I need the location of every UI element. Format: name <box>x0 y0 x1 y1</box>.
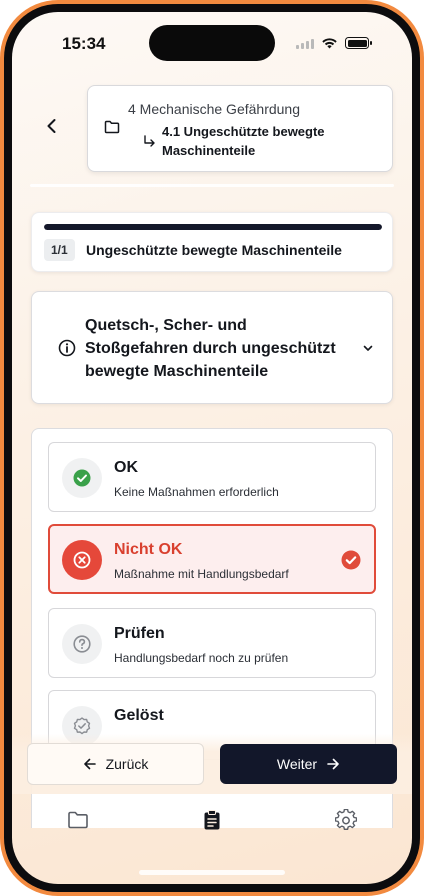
badge-check-icon <box>73 717 91 735</box>
selected-check-icon <box>341 550 361 570</box>
next-button-label: Weiter <box>276 756 318 772</box>
folder-icon <box>68 811 88 829</box>
home-indicator <box>139 870 285 875</box>
breadcrumb-parent: 4 Mechanische Gefährdung <box>128 101 300 117</box>
battery-icon <box>345 37 372 49</box>
subdirectory-arrow-icon <box>144 135 155 147</box>
folder-icon <box>104 120 120 134</box>
device-frame: 15:34 4 Mechanische Gefährdung 4.1 Unges… <box>0 0 424 896</box>
option-title: OK <box>114 459 138 476</box>
arrow-right-icon <box>327 758 339 770</box>
status-icons <box>296 37 372 49</box>
status-time: 15:34 <box>62 34 106 53</box>
back-button[interactable]: Zurück <box>27 743 204 785</box>
option-nicht-ok-icon-wrap <box>62 540 102 580</box>
question-circle-icon <box>73 635 91 653</box>
progress-bar-fill <box>44 224 382 230</box>
progress-counter-badge: 1/1 <box>44 239 75 261</box>
option-description: Keine Maßnahmen erforderlich <box>114 485 279 499</box>
question-card[interactable]: Quetsch-, Scher- und Stoßgefahren durch … <box>31 291 393 404</box>
tab-bar <box>12 802 412 842</box>
option-description: Handlungsbedarf noch zu prüfen <box>114 651 289 665</box>
breadcrumb[interactable]: 4 Mechanische Gefährdung 4.1 Ungeschützt… <box>87 85 393 172</box>
device-bezel: 15:34 4 Mechanische Gefährdung 4.1 Unges… <box>4 4 420 892</box>
question-text: Quetsch-, Scher- und Stoßgefahren durch … <box>85 317 336 380</box>
option-ok[interactable]: OK Keine Maßnahmen erforderlich <box>48 442 376 512</box>
option-ok-icon-wrap <box>62 458 102 498</box>
chevron-down-icon[interactable] <box>361 341 375 355</box>
header-divider <box>30 184 394 187</box>
clipboard-icon <box>204 810 220 830</box>
next-button[interactable]: Weiter <box>220 744 397 784</box>
chevron-left-icon <box>47 119 56 133</box>
tab-checklist[interactable] <box>198 806 226 834</box>
back-chevron-button[interactable] <box>42 116 62 136</box>
progress-card: 1/1 Ungeschützte bewegte Maschinenteile <box>31 212 393 272</box>
option-description: Maßnahme mit Handlungsbedarf <box>114 567 289 581</box>
breadcrumb-current: 4.1 Ungeschützte bewegte Maschinenteile <box>162 124 325 158</box>
dynamic-island <box>149 25 275 61</box>
x-circle-icon <box>73 551 91 569</box>
tab-folder[interactable] <box>64 806 92 834</box>
tab-settings[interactable] <box>332 806 360 834</box>
wifi-icon <box>322 38 337 49</box>
gear-icon <box>335 809 357 831</box>
back-button-label: Zurück <box>105 756 149 772</box>
arrow-left-icon <box>83 758 96 770</box>
progress-section-title: Ungeschützte bewegte Maschinenteile <box>86 242 342 258</box>
option-pruefen-icon-wrap <box>62 624 102 664</box>
screen: 15:34 4 Mechanische Gefährdung 4.1 Unges… <box>12 12 412 884</box>
option-nicht-ok[interactable]: Nicht OK Maßnahme mit Handlungsbedarf <box>48 524 376 594</box>
cellular-signal-icon <box>296 38 314 49</box>
option-title: Prüfen <box>114 625 165 642</box>
check-circle-icon <box>73 469 91 487</box>
option-pruefen[interactable]: Prüfen Handlungsbedarf noch zu prüfen <box>48 608 376 678</box>
info-icon[interactable] <box>58 339 76 357</box>
option-title: Gelöst <box>114 707 164 724</box>
progress-bar <box>44 224 382 230</box>
option-title: Nicht OK <box>114 541 183 558</box>
